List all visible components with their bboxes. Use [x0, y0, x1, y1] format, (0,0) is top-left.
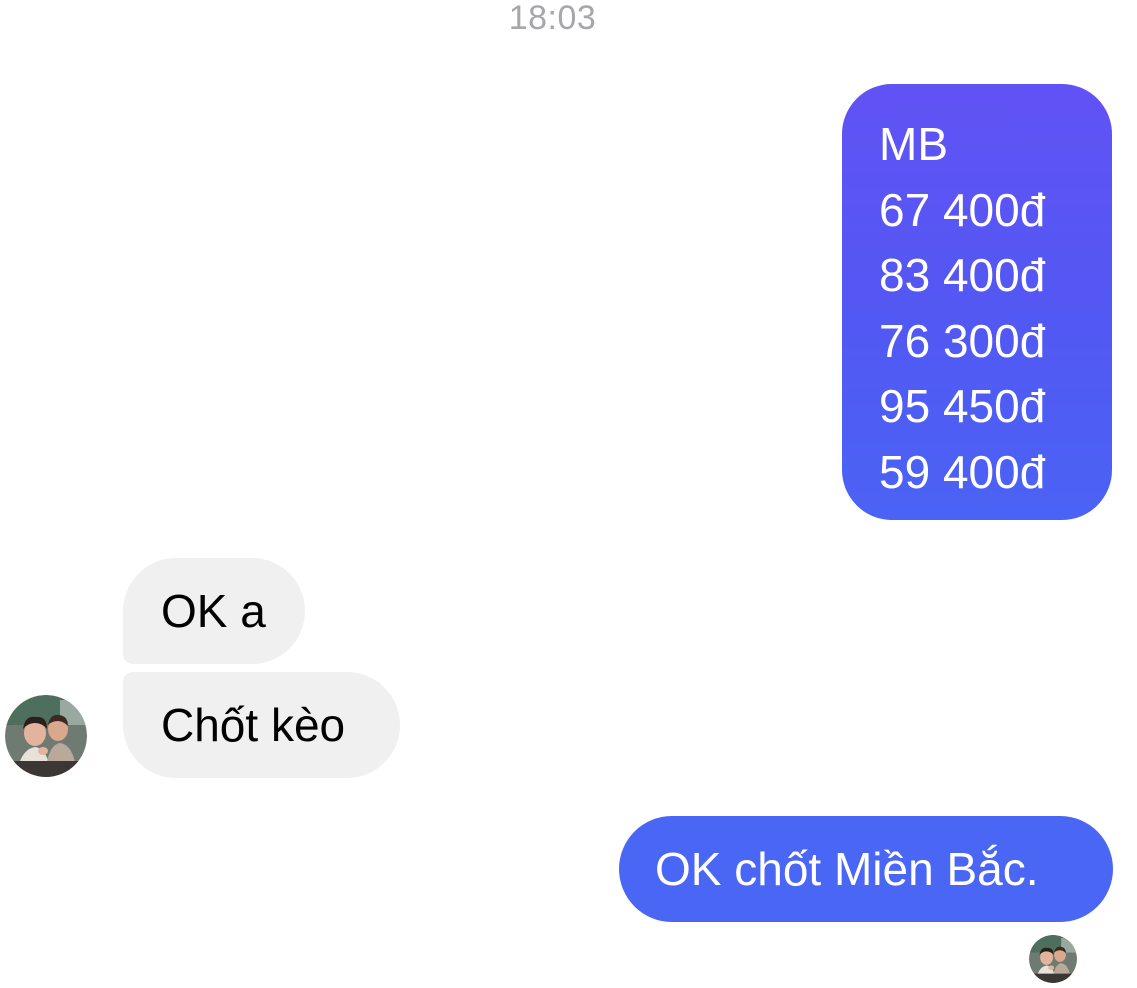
outgoing-message-bubble[interactable]: MB 67 400đ 83 400đ 76 300đ 95 450đ 59 40…	[842, 84, 1112, 520]
message-line: 83 400đ	[879, 249, 1046, 301]
outgoing-message-bubble[interactable]: OK chốt Miền Bắc.	[619, 816, 1113, 922]
avatar-photo-icon	[5, 695, 87, 777]
message-timestamp: 18:03	[508, 0, 597, 37]
incoming-message-bubble[interactable]: OK a	[123, 558, 305, 664]
contact-avatar[interactable]	[5, 695, 87, 777]
message-line: 76 300đ	[879, 314, 1046, 367]
read-receipt-icon	[1029, 935, 1077, 983]
message-line: 95 450đ	[879, 380, 1046, 432]
incoming-message-bubble[interactable]: Chốt kèo	[123, 672, 400, 778]
message-line: 59 400đ	[879, 445, 1046, 498]
seen-avatar	[1029, 935, 1077, 983]
message-line: MB	[879, 118, 948, 170]
message-line: 67 400đ	[879, 183, 1046, 236]
